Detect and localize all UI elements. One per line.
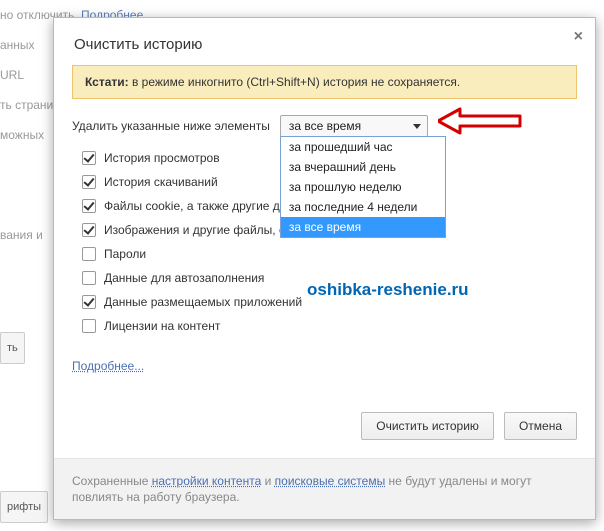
dialog-footer: Сохраненные настройки контента и поисков… bbox=[54, 458, 595, 519]
clear-history-button[interactable]: Очистить историю bbox=[361, 412, 494, 440]
checkbox-label: История просмотров bbox=[104, 151, 220, 165]
checkbox-label: Лицензии на контент bbox=[104, 319, 220, 333]
close-icon[interactable]: × bbox=[574, 28, 583, 46]
time-range-label: Удалить указанные ниже элементы bbox=[72, 119, 270, 133]
clear-history-dialog: × Очистить историю Кстати: в режиме инко… bbox=[53, 17, 596, 520]
list-item[interactable]: Данные для автозаполнения bbox=[82, 271, 577, 285]
more-link[interactable]: Подробнее... bbox=[72, 359, 144, 373]
checkbox[interactable] bbox=[82, 175, 96, 189]
checkbox[interactable] bbox=[82, 223, 96, 237]
dialog-title: Очистить историю bbox=[54, 18, 595, 65]
chevron-down-icon bbox=[413, 124, 421, 129]
incognito-info-banner: Кстати: в режиме инкогнито (Ctrl+Shift+N… bbox=[72, 65, 577, 99]
time-range-option[interactable]: за прошедший час bbox=[281, 137, 445, 157]
checkbox[interactable] bbox=[82, 319, 96, 333]
time-range-dropdown[interactable]: за прошедший часза вчерашний деньза прош… bbox=[280, 136, 446, 238]
search-engines-link[interactable]: поисковые системы bbox=[275, 474, 386, 488]
list-item[interactable]: Лицензии на контент bbox=[82, 319, 577, 333]
time-range-option[interactable]: за все время bbox=[281, 217, 445, 237]
list-item[interactable]: Пароли bbox=[82, 247, 577, 261]
checkbox-label: Данные размещаемых приложений bbox=[104, 295, 302, 309]
checkbox[interactable] bbox=[82, 271, 96, 285]
checkbox-label: Данные для автозаполнения bbox=[104, 271, 264, 285]
checkbox[interactable] bbox=[82, 199, 96, 213]
bg-button-2[interactable]: рифты bbox=[0, 491, 48, 523]
checkbox[interactable] bbox=[82, 295, 96, 309]
checkbox[interactable] bbox=[82, 247, 96, 261]
checkbox[interactable] bbox=[82, 151, 96, 165]
list-item[interactable]: Данные размещаемых приложений bbox=[82, 295, 577, 309]
time-range-select[interactable]: за все время bbox=[280, 115, 428, 137]
checkbox-label: История скачиваний bbox=[104, 175, 218, 189]
content-settings-link[interactable]: настройки контента bbox=[152, 474, 262, 488]
bg-button-1[interactable]: ть bbox=[0, 332, 25, 364]
checkbox-label: Пароли bbox=[104, 247, 146, 261]
time-range-option[interactable]: за последние 4 недели bbox=[281, 197, 445, 217]
time-range-option[interactable]: за вчерашний день bbox=[281, 157, 445, 177]
cancel-button[interactable]: Отмена bbox=[504, 412, 577, 440]
time-range-option[interactable]: за прошлую неделю bbox=[281, 177, 445, 197]
